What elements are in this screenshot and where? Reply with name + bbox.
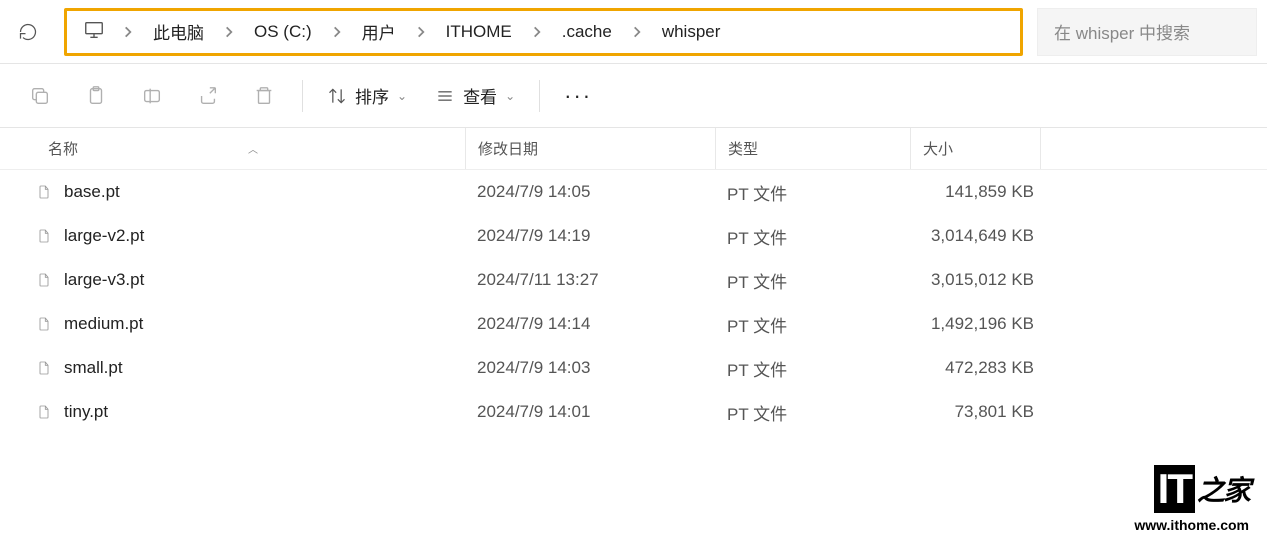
file-list: base.pt2024/7/9 14:05PT 文件141,859 KBlarg… — [0, 170, 1267, 434]
copy-button[interactable] — [12, 74, 68, 118]
file-size: 141,859 KB — [910, 182, 1040, 202]
file-row[interactable]: tiny.pt 2024/7/9 14:01PT 文件73,801 KB — [0, 390, 1267, 434]
more-icon: ··· — [564, 83, 592, 108]
view-label: 查看 — [463, 83, 497, 108]
watermark-url: www.ithome.com — [1134, 517, 1249, 533]
watermark-it: IT — [1154, 465, 1195, 513]
file-date: 2024/7/9 14:14 — [465, 314, 715, 334]
share-button[interactable] — [180, 74, 236, 118]
toolbar: 排序 ⌄ 查看 ⌄ ··· — [0, 64, 1267, 128]
address-bar: 此电脑 OS (C:) 用户 ITHOME .cache whisper 在 w… — [0, 0, 1267, 64]
file-date: 2024/7/9 14:01 — [465, 402, 715, 422]
file-row[interactable]: small.pt 2024/7/9 14:03PT 文件472,283 KB — [0, 346, 1267, 390]
file-type: PT 文件 — [715, 400, 910, 425]
file-type: PT 文件 — [715, 312, 910, 337]
sort-icon — [327, 86, 347, 106]
crumb-ithome[interactable]: ITHOME — [436, 16, 522, 48]
watermark: IT 之家 www.ithome.com — [1134, 465, 1249, 533]
chevron-right-icon[interactable] — [622, 25, 652, 39]
file-icon — [36, 358, 52, 378]
file-size: 472,283 KB — [910, 358, 1040, 378]
chevron-right-icon[interactable] — [406, 25, 436, 39]
crumb-os-c[interactable]: OS (C:) — [244, 16, 322, 48]
crumb-users[interactable]: 用户 — [352, 13, 406, 50]
view-icon — [435, 86, 455, 106]
rename-icon — [141, 85, 163, 107]
file-type: PT 文件 — [715, 224, 910, 249]
file-name: large-v3.pt — [64, 270, 144, 290]
file-row[interactable]: large-v3.pt 2024/7/11 13:27PT 文件3,015,012… — [0, 258, 1267, 302]
column-type-label: 类型 — [728, 138, 758, 159]
chevron-right-icon[interactable] — [113, 25, 143, 39]
file-icon — [36, 182, 52, 202]
share-icon — [197, 85, 219, 107]
view-button[interactable]: 查看 ⌄ — [421, 75, 529, 116]
more-button[interactable]: ··· — [550, 75, 606, 117]
column-header-extra — [1040, 128, 1267, 169]
file-type: PT 文件 — [715, 268, 910, 293]
paste-button[interactable] — [68, 74, 124, 118]
watermark-logo: IT 之家 — [1134, 465, 1249, 513]
chevron-right-icon[interactable] — [214, 25, 244, 39]
column-header-size[interactable]: 大小 — [910, 128, 1040, 169]
rename-button[interactable] — [124, 74, 180, 118]
copy-icon — [29, 85, 51, 107]
crumb-this-pc[interactable]: 此电脑 — [143, 13, 214, 50]
sort-button[interactable]: 排序 ⌄ — [313, 75, 421, 116]
chevron-down-icon: ⌄ — [505, 89, 515, 103]
file-size: 3,014,649 KB — [910, 226, 1040, 246]
crumb-whisper[interactable]: whisper — [652, 16, 731, 48]
file-size: 1,492,196 KB — [910, 314, 1040, 334]
column-header-row: 名称 ︿ 修改日期 类型 大小 — [0, 128, 1267, 170]
file-icon — [36, 270, 52, 290]
file-icon — [36, 402, 52, 422]
delete-button[interactable] — [236, 74, 292, 118]
pc-icon — [83, 19, 105, 44]
column-name-label: 名称 — [48, 138, 78, 159]
file-icon — [36, 226, 52, 246]
file-type: PT 文件 — [715, 356, 910, 381]
column-header-type[interactable]: 类型 — [715, 128, 910, 169]
file-date: 2024/7/9 14:03 — [465, 358, 715, 378]
file-name: medium.pt — [64, 314, 143, 334]
file-size: 73,801 KB — [910, 402, 1040, 422]
separator — [539, 80, 540, 112]
refresh-icon — [18, 22, 38, 42]
breadcrumb: 此电脑 OS (C:) 用户 ITHOME .cache whisper — [64, 8, 1023, 56]
column-size-label: 大小 — [923, 138, 953, 159]
watermark-suffix: 之家 — [1197, 469, 1249, 509]
file-size: 3,015,012 KB — [910, 270, 1040, 290]
file-date: 2024/7/11 13:27 — [465, 270, 715, 290]
column-header-name[interactable]: 名称 ︿ — [0, 138, 465, 159]
trash-icon — [253, 85, 275, 107]
search-input[interactable]: 在 whisper 中搜索 — [1037, 8, 1257, 56]
file-row[interactable]: base.pt 2024/7/9 14:05PT 文件141,859 KB — [0, 170, 1267, 214]
file-name: small.pt — [64, 358, 123, 378]
sort-asc-icon: ︿ — [248, 141, 258, 156]
file-name: base.pt — [64, 182, 120, 202]
file-date: 2024/7/9 14:19 — [465, 226, 715, 246]
search-placeholder: 在 whisper 中搜索 — [1054, 19, 1190, 44]
chevron-right-icon[interactable] — [322, 25, 352, 39]
crumb-cache[interactable]: .cache — [552, 16, 622, 48]
chevron-right-icon[interactable] — [522, 25, 552, 39]
refresh-button[interactable] — [0, 22, 56, 42]
file-row[interactable]: medium.pt 2024/7/9 14:14PT 文件1,492,196 KB — [0, 302, 1267, 346]
column-header-date[interactable]: 修改日期 — [465, 128, 715, 169]
column-date-label: 修改日期 — [478, 138, 538, 159]
chevron-down-icon: ⌄ — [397, 89, 407, 103]
paste-icon — [85, 85, 107, 107]
sort-label: 排序 — [355, 83, 389, 108]
file-name: large-v2.pt — [64, 226, 144, 246]
file-type: PT 文件 — [715, 180, 910, 205]
file-icon — [36, 314, 52, 334]
separator — [302, 80, 303, 112]
file-row[interactable]: large-v2.pt 2024/7/9 14:19PT 文件3,014,649 … — [0, 214, 1267, 258]
file-name: tiny.pt — [64, 402, 108, 422]
file-date: 2024/7/9 14:05 — [465, 182, 715, 202]
